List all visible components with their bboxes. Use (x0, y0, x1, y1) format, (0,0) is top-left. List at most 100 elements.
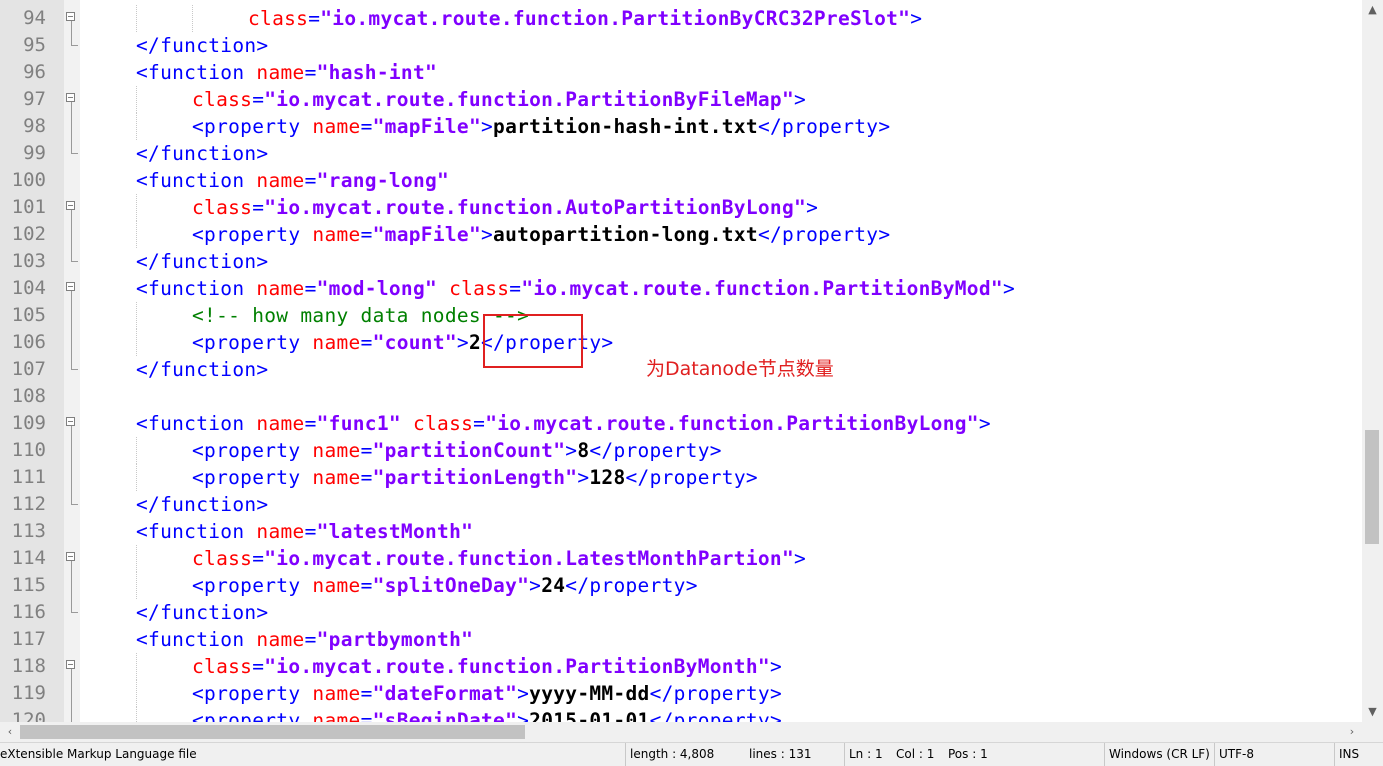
fold-guide (71, 302, 72, 329)
code-line[interactable]: 94 class="io.mycat.route.function.Partiti… (0, 5, 1362, 32)
horizontal-scroll-thumb[interactable] (20, 725, 525, 739)
line-number: 109 (11, 412, 46, 434)
token-tag: = (360, 439, 373, 462)
fold-toggle-icon[interactable] (66, 201, 75, 210)
code-line[interactable]: 119 <property name="dateFormat">yyyy-MM-d… (0, 680, 1362, 707)
token-tag: > (910, 7, 923, 30)
code-line[interactable]: 104 <function name="mod-long" class="io.m… (0, 275, 1362, 302)
vertical-scrollbar[interactable]: ▲ ▼ (1362, 0, 1383, 722)
code-line[interactable]: 120 <property name="sBeginDate">2015-01-0… (0, 707, 1362, 722)
line-number: 113 (11, 520, 46, 542)
fold-guide (71, 437, 72, 464)
token-tag: = (360, 466, 373, 489)
fold-guide (71, 680, 72, 707)
token-txt: 2015-01-01 (529, 709, 650, 722)
token-tag: = (509, 277, 522, 300)
fold-end-marker (71, 356, 78, 370)
token-tag: > (577, 466, 590, 489)
code-line[interactable]: 111 <property name="partitionLength">128<… (0, 464, 1362, 491)
code-line[interactable]: 105 <!-- how many data nodes --> (0, 302, 1362, 329)
code-line[interactable]: 101 class="io.mycat.route.function.AutoPa… (0, 194, 1362, 221)
code-line[interactable]: 103 </function> (0, 248, 1362, 275)
token-val: "sBeginDate" (372, 709, 518, 722)
code-line[interactable]: 102 <property name="mapFile">autopartitio… (0, 221, 1362, 248)
scroll-left-arrow-icon[interactable]: ‹ (0, 722, 20, 742)
token-val: "io.mycat.route.function.PartitionByCRC3… (320, 7, 911, 30)
code-line[interactable]: 114 class="io.mycat.route.function.Latest… (0, 545, 1362, 572)
indent-guide (136, 113, 137, 140)
token-tag (437, 277, 449, 300)
code-line[interactable]: 110 <property name="partitionCount">8</pr… (0, 437, 1362, 464)
token-tag: <function (136, 61, 257, 84)
token-tag: = (252, 196, 265, 219)
code-line[interactable]: 113 <function name="latestMonth" (0, 518, 1362, 545)
token-val: "partitionLength" (372, 466, 578, 489)
token-tag: <property (192, 115, 313, 138)
code-line[interactable]: 95 </function> (0, 32, 1362, 59)
code-line[interactable]: 116 </function> (0, 599, 1362, 626)
line-number: 103 (11, 250, 46, 272)
line-number: 110 (11, 439, 46, 461)
scroll-down-arrow-icon[interactable]: ▼ (1362, 702, 1383, 722)
token-tag: = (308, 7, 321, 30)
token-txt: 128 (589, 466, 626, 489)
fold-guide (71, 329, 72, 356)
fold-toggle-icon[interactable] (66, 93, 75, 102)
code-line[interactable]: 112 </function> (0, 491, 1362, 518)
vertical-scroll-thumb[interactable] (1365, 430, 1379, 544)
code-content: <property name="mapFile">partition-hash-… (192, 113, 890, 140)
token-val: "mod-long" (316, 277, 438, 300)
token-tag: = (252, 655, 265, 678)
code-content: <property name="partitionCount">8</prope… (192, 437, 722, 464)
code-line[interactable]: 108 (0, 383, 1362, 410)
code-line[interactable]: 109 <function name="func1" class="io.myca… (0, 410, 1362, 437)
fold-toggle-icon[interactable] (66, 660, 75, 669)
line-number: 102 (11, 223, 46, 245)
fold-toggle-icon[interactable] (66, 552, 75, 561)
indent-guide (136, 680, 137, 707)
fold-guide (71, 572, 72, 599)
code-content: <property name="splitOneDay">24</propert… (192, 572, 698, 599)
token-attr: name (312, 709, 361, 722)
fold-toggle-icon[interactable] (66, 417, 75, 426)
fold-guide (71, 221, 72, 248)
code-line[interactable]: 100 <function name="rang-long" (0, 167, 1362, 194)
token-attr: class (412, 412, 474, 435)
token-tag: <function (136, 412, 257, 435)
code-line[interactable]: 98 <property name="mapFile">partition-has… (0, 113, 1362, 140)
code-line[interactable]: 97 class="io.mycat.route.function.Partiti… (0, 86, 1362, 113)
token-tag: = (304, 412, 317, 435)
token-val: "io.mycat.route.function.PartitionByFile… (264, 88, 795, 111)
token-attr: name (256, 628, 305, 651)
fold-toggle-icon[interactable] (66, 12, 75, 21)
scroll-up-arrow-icon[interactable]: ▲ (1362, 0, 1383, 20)
fold-end-marker (71, 491, 78, 505)
line-number: 104 (11, 277, 46, 299)
token-tag: = (360, 223, 373, 246)
scrollbar-corner (1362, 722, 1383, 742)
line-number: 96 (23, 61, 46, 83)
code-line[interactable]: 106 <property name="count">2</property> (0, 329, 1362, 356)
token-tag: </function> (136, 142, 269, 165)
horizontal-scrollbar[interactable]: ‹ › (0, 722, 1362, 742)
token-tag: </property> (757, 115, 891, 138)
code-line[interactable]: 117 <function name="partbymonth" (0, 626, 1362, 653)
line-number: 112 (11, 493, 46, 515)
status-col: Col : 1 (896, 747, 935, 761)
code-line[interactable]: 99 </function> (0, 140, 1362, 167)
indent-guide (136, 437, 137, 464)
code-content: </function> (136, 356, 268, 383)
code-line[interactable]: 96 <function name="hash-int" (0, 59, 1362, 86)
token-tag: > (565, 439, 578, 462)
code-line[interactable]: 115 <property name="splitOneDay">24</prop… (0, 572, 1362, 599)
fold-guide (71, 707, 72, 722)
fold-toggle-icon[interactable] (66, 282, 75, 291)
token-tag: > (517, 709, 530, 722)
token-tag: <function (136, 277, 257, 300)
code-content: <function name="mod-long" class="io.myca… (136, 275, 1015, 302)
status-lines: lines : 131 (749, 747, 812, 761)
code-content: <property name="dateFormat">yyyy-MM-dd</… (192, 680, 782, 707)
line-number: 94 (23, 7, 46, 29)
code-line[interactable]: 118 class="io.mycat.route.function.Partit… (0, 653, 1362, 680)
scroll-right-arrow-icon[interactable]: › (1342, 722, 1362, 742)
